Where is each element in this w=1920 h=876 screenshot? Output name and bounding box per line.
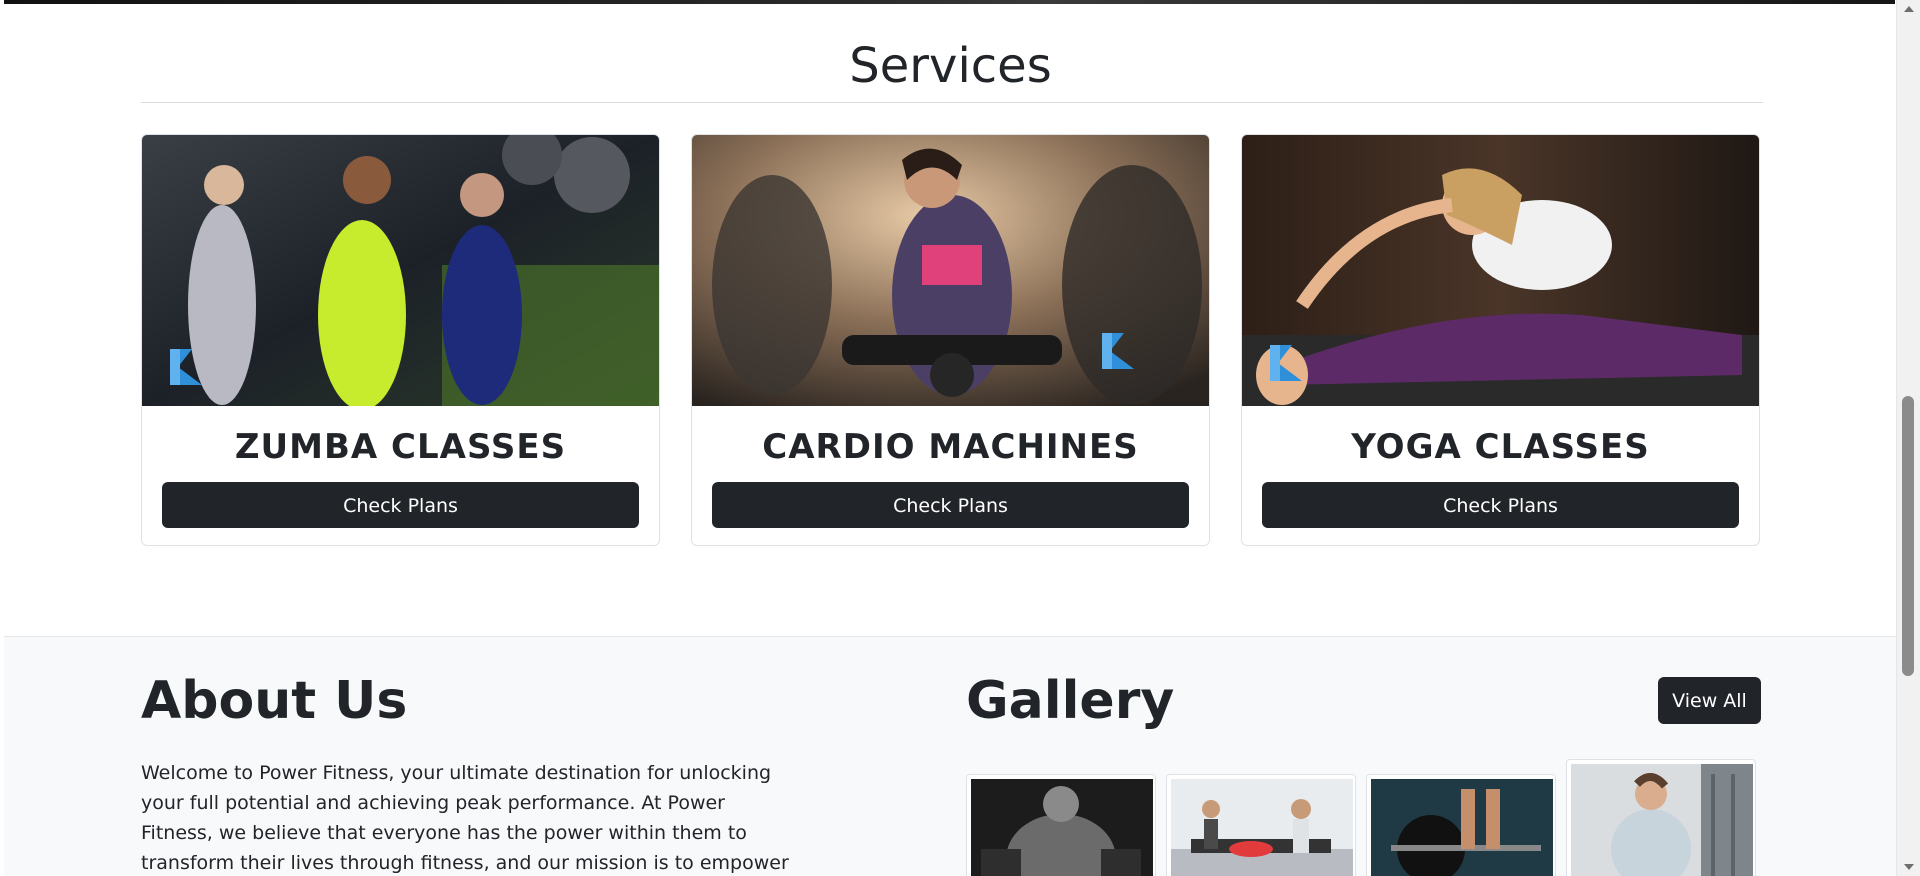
gallery-thumb-deadlift[interactable] [1366,774,1556,876]
check-plans-button[interactable]: Check Plans [712,482,1189,528]
scrollbar-thumb[interactable] [1902,396,1914,676]
vertical-scrollbar[interactable] [1896,0,1920,876]
card-title: CARDIO MACHINES [762,427,1139,467]
services-section: Services ZUMBA CLASSES Check Plans CARDI… [4,4,1897,636]
about-gallery-section: About Us Welcome to Power Fitness, your … [4,636,1897,876]
scroll-up-icon[interactable] [1904,6,1914,12]
gallery-thumb-bodybuilder[interactable] [966,774,1156,876]
card-title: ZUMBA CLASSES [234,427,567,467]
cardio-photo [692,135,1209,406]
zumba-photo [142,135,659,406]
main-content: Services ZUMBA CLASSES Check Plans CARDI… [4,0,1897,876]
check-plans-button[interactable]: Check Plans [162,482,639,528]
scroll-down-icon[interactable] [1904,864,1914,870]
service-card-zumba: ZUMBA CLASSES Check Plans [141,134,660,546]
services-title: Services [849,38,1052,94]
page: Services ZUMBA CLASSES Check Plans CARDI… [0,0,1920,876]
gallery-title: Gallery [966,671,1175,731]
yoga-photo [1242,135,1759,406]
gallery-thumb-gym-floor[interactable] [1166,774,1356,876]
about-text: Welcome to Power Fitness, your ultimate … [141,762,789,874]
service-card-yoga: YOGA CLASSES Check Plans [1241,134,1760,546]
service-card-cardio: CARDIO MACHINES Check Plans [691,134,1210,546]
services-divider [141,102,1763,103]
gallery-thumb-meditation[interactable] [1566,759,1756,876]
view-all-button[interactable]: View All [1658,677,1761,724]
about-title: About Us [141,671,408,731]
check-plans-button[interactable]: Check Plans [1262,482,1739,528]
card-title: YOGA CLASSES [1351,427,1650,467]
